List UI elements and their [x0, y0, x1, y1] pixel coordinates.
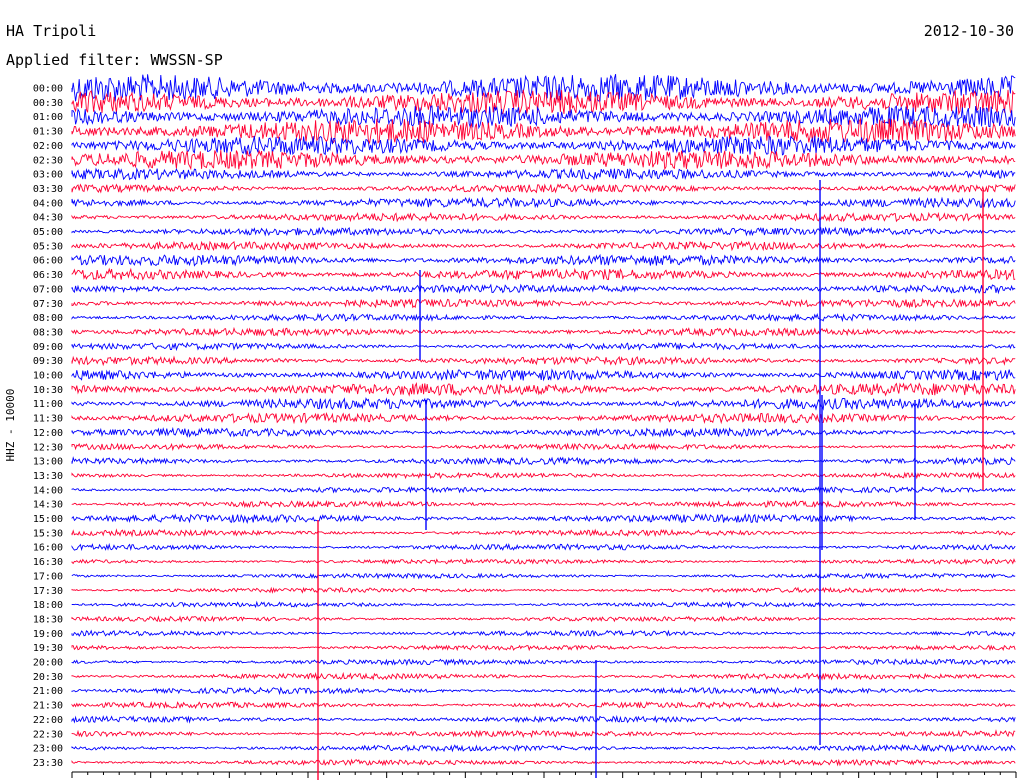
time-row-label: 10:30 [33, 385, 63, 396]
time-row-label: 18:30 [33, 614, 63, 625]
trace-row [71, 743, 1016, 753]
trace-row [71, 499, 1016, 509]
trace-row [71, 686, 1016, 696]
time-row-label: 08:00 [33, 313, 63, 324]
time-row-label: 02:00 [33, 141, 63, 152]
trace-row [71, 586, 1016, 594]
time-row-label: 00:30 [33, 98, 63, 109]
trace-row [71, 671, 1016, 681]
trace-row [71, 240, 1016, 252]
time-row-label: 07:30 [33, 299, 63, 310]
trace-row [71, 253, 1016, 267]
trace-row [71, 528, 1016, 538]
time-row-label: 16:30 [33, 557, 63, 568]
trace-row [71, 89, 1016, 116]
trace-row [71, 513, 1016, 525]
time-row-label: 19:30 [33, 643, 63, 654]
trace-row [71, 658, 1016, 667]
trace-row [71, 412, 1016, 425]
time-row-label: 15:30 [33, 528, 63, 539]
time-row-label: 16:00 [33, 543, 63, 554]
trace-row [71, 183, 1016, 194]
time-row-label: 12:30 [33, 442, 63, 453]
time-row-label: 21:00 [33, 686, 63, 697]
trace-row [71, 486, 1016, 494]
trace-row [71, 397, 1016, 411]
time-row-label: 02:30 [33, 155, 63, 166]
time-row-label: 22:30 [33, 729, 63, 740]
time-row-label: 01:30 [33, 127, 63, 138]
trace-row [71, 629, 1016, 638]
trace-row [71, 729, 1016, 739]
time-row-label: 23:30 [33, 758, 63, 769]
trace-row [71, 283, 1016, 295]
time-row-label: 06:00 [33, 256, 63, 267]
time-row-label: 09:00 [33, 342, 63, 353]
time-row-label: 18:00 [33, 600, 63, 611]
trace-row [71, 312, 1016, 323]
time-row-label: 11:00 [33, 399, 63, 410]
trace-row [71, 326, 1016, 338]
time-row-label: 10:00 [33, 371, 63, 382]
trace-row [71, 442, 1016, 452]
time-row-label: 20:30 [33, 672, 63, 683]
trace-row [71, 267, 1016, 281]
time-row-label: 19:00 [33, 629, 63, 640]
trace-row [71, 426, 1016, 438]
time-row-label: 04:00 [33, 198, 63, 209]
trace-row [71, 700, 1016, 710]
trace-row [71, 615, 1016, 623]
time-row-label: 00:00 [33, 84, 63, 95]
trace-row [71, 542, 1016, 552]
time-row-label: 17:00 [33, 571, 63, 582]
trace-row [71, 644, 1016, 652]
time-row-label: 07:00 [33, 284, 63, 295]
seismogram-chart: { "header": { "station": "HA Tripoli", "… [0, 0, 1024, 780]
trace-row [71, 211, 1016, 223]
time-row-label: 20:00 [33, 658, 63, 669]
time-row-label: 23:00 [33, 744, 63, 755]
trace-row [71, 105, 1016, 130]
time-row-label: 06:30 [33, 270, 63, 281]
time-row-label: 11:30 [33, 414, 63, 425]
time-row-label: 13:00 [33, 457, 63, 468]
time-row-label: 13:30 [33, 471, 63, 482]
trace-row [71, 368, 1016, 382]
time-row-label: 03:00 [33, 170, 63, 181]
trace-row [71, 572, 1016, 580]
trace-row [71, 714, 1016, 724]
trace-row [71, 167, 1016, 181]
trace-row [71, 341, 1016, 352]
trace-row [71, 355, 1016, 367]
trace-row [71, 600, 1016, 609]
time-row-label: 22:00 [33, 715, 63, 726]
trace-row [71, 456, 1016, 466]
time-row-label: 12:00 [33, 428, 63, 439]
time-row-label: 17:30 [33, 586, 63, 597]
trace-row [71, 226, 1016, 237]
trace-row [71, 73, 1016, 102]
trace-row [71, 149, 1016, 171]
time-row-label: 04:30 [33, 213, 63, 224]
time-row-label: 08:30 [33, 327, 63, 338]
trace-row [71, 381, 1016, 397]
time-row-label: 14:00 [33, 485, 63, 496]
trace-row [71, 758, 1016, 767]
trace-row [71, 471, 1016, 480]
trace-row [71, 297, 1016, 309]
time-row-label: 15:00 [33, 514, 63, 525]
time-row-label: 05:00 [33, 227, 63, 238]
time-row-label: 09:30 [33, 356, 63, 367]
time-row-label: 21:30 [33, 701, 63, 712]
helicorder-plot: 00:00 00:30 01:00 01:30 02:00 02:30 03:00 03:30… [33, 73, 1017, 780]
time-row-label: 01:00 [33, 112, 63, 123]
time-row-label: 03:30 [33, 184, 63, 195]
trace-row [71, 196, 1016, 209]
time-row-label: 05:30 [33, 241, 63, 252]
trace-row [71, 557, 1016, 566]
time-row-label: 14:30 [33, 500, 63, 511]
